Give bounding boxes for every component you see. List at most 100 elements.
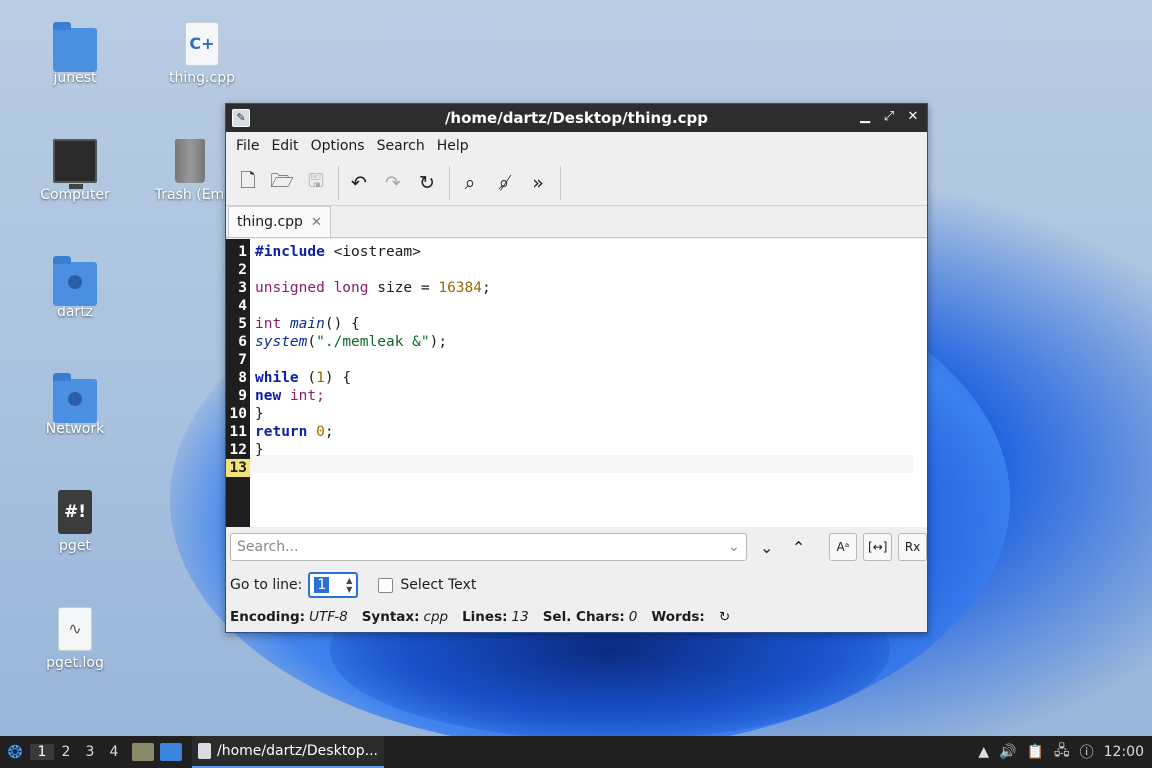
find-previous-icon[interactable]: ⌃ [787, 538, 811, 557]
regex-button[interactable]: Rx [898, 533, 927, 561]
show-desktop-icon[interactable] [160, 743, 182, 761]
desktop-icon-trash[interactable]: Trash (Em [152, 139, 227, 203]
menu-search[interactable]: Search [371, 138, 431, 154]
code-token: size = [368, 280, 439, 296]
file-manager-icon[interactable] [132, 743, 154, 761]
line-number: 6 [238, 334, 247, 350]
trash-icon [174, 139, 205, 183]
words-label: Words: [651, 609, 705, 625]
code-token: main [289, 316, 325, 332]
spin-up-icon[interactable]: ▲ [346, 576, 352, 585]
tray-arrow-icon[interactable]: ▲ [978, 744, 989, 760]
line-number: 1 [238, 244, 247, 260]
tab-close-icon[interactable]: ✕ [311, 215, 322, 230]
line-number: 10 [229, 406, 247, 422]
minimize-icon[interactable]: ▁ [857, 108, 873, 126]
menu-edit[interactable]: Edit [265, 138, 304, 154]
select-text-checkbox[interactable] [378, 577, 394, 593]
code-token: new [255, 388, 282, 404]
line-number: 9 [238, 388, 247, 404]
volume-icon[interactable]: 🔊 [999, 744, 1016, 760]
menu-options[interactable]: Options [305, 138, 371, 154]
go-to-line-icon[interactable]: » [524, 169, 552, 197]
goto-line-spinbox[interactable]: 1 ▲ ▼ [308, 572, 359, 598]
desktop-icon-label: Computer [40, 187, 110, 203]
desktop-icon-network[interactable]: Network [25, 373, 125, 437]
toolbar-separator [338, 165, 339, 200]
open-folder-icon[interactable]: 🗁 [268, 169, 296, 197]
desktop-icon-label: Network [45, 421, 105, 437]
find-replace-icon[interactable]: ⌕̸ [490, 169, 518, 197]
desktop-icon-dartz[interactable]: dartz [25, 256, 125, 320]
window-titlebar[interactable]: ✎ /home/dartz/Desktop/thing.cpp ▁ ⤢ ✕ [226, 104, 927, 132]
log-file-icon: ∿ [58, 607, 92, 651]
code-line: } [255, 442, 264, 458]
line-number: 3 [238, 280, 247, 296]
line-number: 8 [238, 370, 247, 386]
desktop-icon-label: Trash (Em [154, 187, 225, 203]
network-icon[interactable]: 🖧 [1054, 740, 1070, 764]
code-line: system("./memleak &"); [255, 333, 447, 351]
code-token: ; [324, 424, 334, 440]
code-line: return 0; [255, 423, 334, 441]
match-case-button[interactable]: Aᵃ [828, 533, 858, 561]
goto-line-label: Go to line: [230, 577, 303, 593]
redo-icon[interactable]: ↷ [379, 169, 407, 197]
refresh-icon[interactable]: ↻ [719, 609, 730, 625]
toolbar-separator [449, 165, 450, 200]
start-menu-icon[interactable]: ❂ [0, 736, 30, 768]
system-tray: ▲ 🔊 📋 🖧 ⓘ 12:00 [978, 736, 1152, 768]
spin-down-icon[interactable]: ▼ [346, 585, 352, 594]
line-number: 5 [238, 316, 247, 332]
lines-value: 13 [511, 609, 529, 625]
code-token: #include [255, 244, 325, 260]
reload-icon[interactable]: ↻ [413, 169, 441, 197]
desktop-icon-thing-cpp[interactable]: C+ thing.cpp [152, 22, 252, 86]
menu-help[interactable]: Help [431, 138, 475, 154]
code-line: #include <iostream> [255, 243, 421, 261]
desktop-icon-junest[interactable]: junest [25, 22, 125, 86]
search-input[interactable]: Search... ⌄ [230, 533, 747, 561]
tab-thing-cpp[interactable]: thing.cpp ✕ [228, 206, 331, 237]
find-next-icon[interactable]: ⌄ [755, 538, 779, 557]
workspace-2[interactable]: 2 [54, 744, 78, 760]
code-token: int; [289, 388, 325, 404]
code-token: system [255, 334, 308, 350]
taskbar: ❂ 1 2 3 4 /home/dartz/Desktop... ▲ 🔊 📋 🖧… [0, 736, 1152, 768]
workspace-1[interactable]: 1 [30, 744, 54, 760]
code-editor[interactable]: 1 2 3 4 5 6 7 8 9 10 11 12 13 #include <… [226, 239, 927, 527]
find-icon[interactable]: ⌕ [456, 169, 484, 197]
workspace-4[interactable]: 4 [102, 744, 126, 760]
status-bar: Encoding: UTF-8 Syntax: cpp Lines: 13 Sel. … [230, 606, 730, 628]
desktop-icon-label: dartz [56, 304, 94, 320]
network-folder-icon [53, 373, 97, 423]
workspace-3[interactable]: 3 [78, 744, 102, 760]
notification-icon[interactable]: ⓘ [1080, 742, 1094, 762]
current-line-highlight [250, 455, 913, 473]
code-line: int main() { [255, 315, 360, 333]
clipboard-icon[interactable]: 📋 [1027, 744, 1044, 760]
line-number: 4 [238, 298, 247, 314]
close-icon[interactable]: ✕ [905, 108, 921, 126]
maximize-icon[interactable]: ⤢ [881, 108, 897, 126]
clock[interactable]: 12:00 [1104, 744, 1144, 760]
search-bar: Search... ⌄ ⌄ ⌃ Aᵃ [↔] Rx [226, 530, 927, 564]
chevron-down-icon[interactable]: ⌄ [728, 539, 740, 555]
new-file-icon[interactable]: 🗋 [234, 169, 262, 197]
desktop-icon-pget-log[interactable]: ∿ pget.log [25, 607, 125, 671]
goto-line-value: 1 [314, 577, 330, 593]
line-number: 12 [229, 442, 247, 458]
menu-file[interactable]: File [230, 138, 265, 154]
editor-window[interactable]: ✎ /home/dartz/Desktop/thing.cpp ▁ ⤢ ✕ Fi… [225, 103, 928, 633]
undo-icon[interactable]: ↶ [345, 169, 373, 197]
save-icon[interactable]: 🖫 [302, 169, 330, 197]
whole-word-button[interactable]: [↔] [863, 533, 893, 561]
desktop-icon-pget[interactable]: #! pget [25, 490, 125, 554]
line-number-current: 13 [226, 459, 250, 477]
selchars-value: 0 [628, 609, 638, 625]
desktop-icon-computer[interactable]: Computer [25, 139, 125, 203]
code-token: 1 [316, 370, 325, 386]
taskbar-window-button[interactable]: /home/dartz/Desktop... [192, 736, 384, 768]
toolbar-separator [560, 165, 561, 200]
